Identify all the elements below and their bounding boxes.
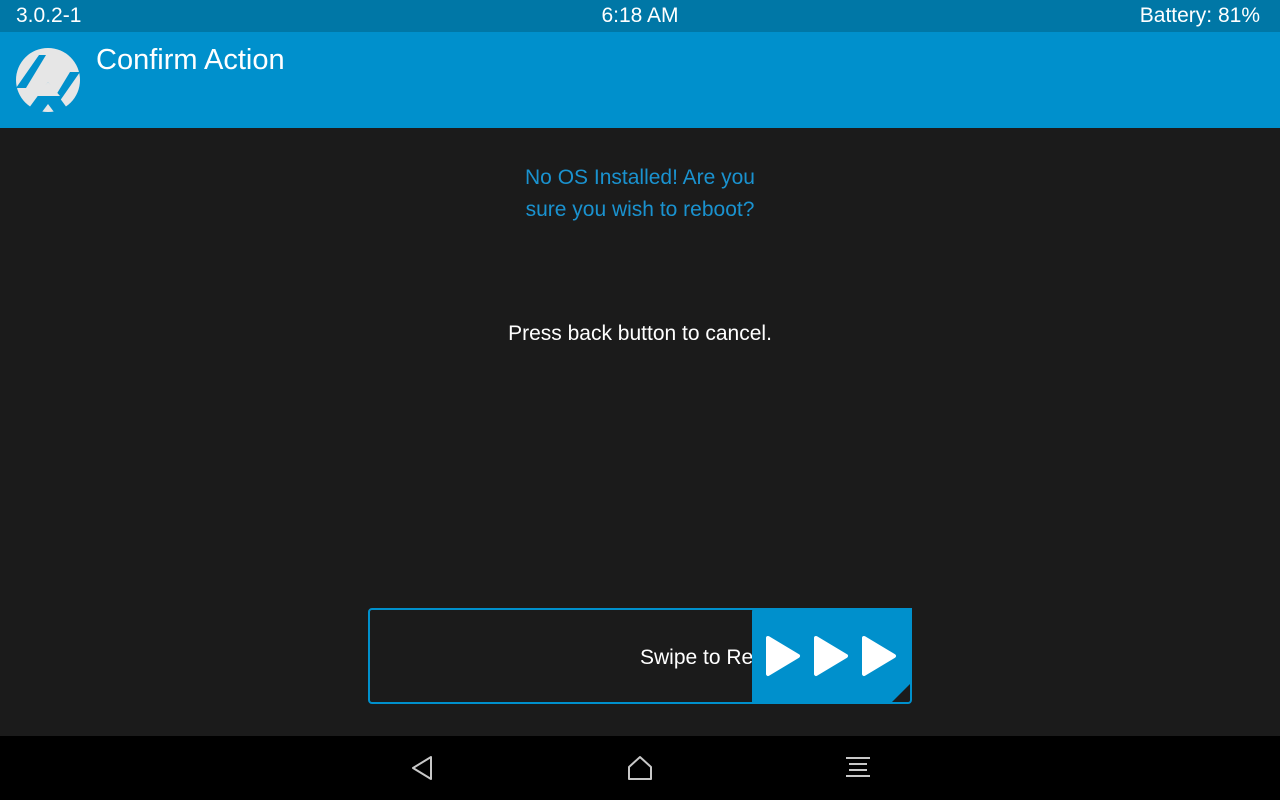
swipe-handle[interactable]: [752, 608, 912, 704]
triple-play-arrow-icon: [752, 608, 912, 704]
back-triangle-icon[interactable]: [406, 752, 438, 784]
clock: 6:18 AM: [601, 4, 679, 27]
home-icon[interactable]: [624, 752, 656, 784]
twrp-logo-icon: [16, 48, 80, 112]
menu-lines-icon[interactable]: [842, 752, 874, 784]
question-line-2: sure you wish to reboot?: [525, 198, 755, 221]
status-bar: 3.0.2-1 6:18 AM Battery: 81%: [0, 0, 1280, 32]
question-line-1: No OS Installed! Are you: [525, 166, 755, 189]
page-title: Confirm Action: [96, 44, 285, 76]
navigation-bar: [0, 736, 1280, 800]
battery-status: Battery: 81%: [1139, 4, 1260, 27]
cancel-hint: Press back button to cancel.: [508, 322, 772, 345]
header: Confirm Action: [0, 32, 1280, 128]
confirm-question: No OS Installed! Are you sure you wish t…: [0, 162, 1280, 226]
